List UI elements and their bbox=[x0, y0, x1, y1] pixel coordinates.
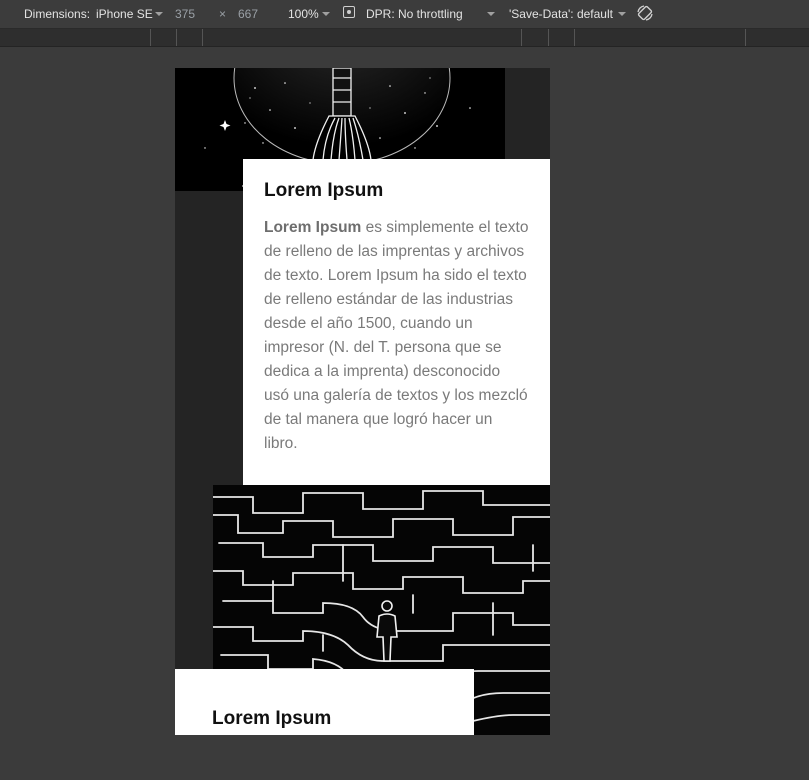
caret-down-icon[interactable] bbox=[487, 12, 495, 16]
times-sign: × bbox=[219, 7, 227, 21]
zoom-select[interactable]: 100% bbox=[288, 7, 319, 21]
ruler-tick bbox=[176, 29, 177, 46]
width-input[interactable]: 375 bbox=[175, 7, 195, 21]
card-title: Lorem Ipsum bbox=[212, 708, 332, 729]
caret-down-icon[interactable] bbox=[322, 12, 330, 16]
card-body-text: es simplemente el texto de relleno de la… bbox=[264, 219, 529, 452]
ruler-tick bbox=[150, 29, 151, 46]
caret-down-icon[interactable] bbox=[618, 12, 626, 16]
height-input[interactable]: 667 bbox=[238, 7, 258, 21]
device-viewport: Lorem Ipsum Lorem Ipsum es simplemente e… bbox=[175, 68, 550, 735]
ruler-tick bbox=[548, 29, 549, 46]
device-select[interactable]: iPhone SE bbox=[96, 7, 153, 21]
ruler-tick bbox=[745, 29, 746, 46]
dpr-label: DPR: bbox=[366, 7, 395, 21]
save-data-select[interactable]: 'Save-Data': default bbox=[509, 7, 613, 21]
device-toolbar: Dimensions: iPhone SE 375 × 667 100% DPR… bbox=[0, 0, 809, 29]
ruler-tick bbox=[521, 29, 522, 46]
ruler-tick bbox=[202, 29, 203, 46]
throttling-select[interactable]: No throttling bbox=[398, 7, 463, 21]
media-query-ruler[interactable] bbox=[0, 29, 809, 47]
content-card: Lorem Ipsum bbox=[175, 669, 474, 735]
card-body: Lorem Ipsum es simplemente el texto de r… bbox=[264, 216, 529, 456]
dpr-icon bbox=[343, 6, 355, 18]
card-body-bold: Lorem Ipsum bbox=[264, 219, 362, 236]
caret-down-icon[interactable] bbox=[155, 12, 163, 16]
dimensions-label: Dimensions: bbox=[24, 7, 91, 21]
ruler-tick bbox=[574, 29, 575, 46]
rotate-icon[interactable] bbox=[636, 4, 654, 22]
card-title: Lorem Ipsum bbox=[264, 180, 384, 201]
content-card: Lorem Ipsum Lorem Ipsum es simplemente e… bbox=[243, 159, 550, 496]
